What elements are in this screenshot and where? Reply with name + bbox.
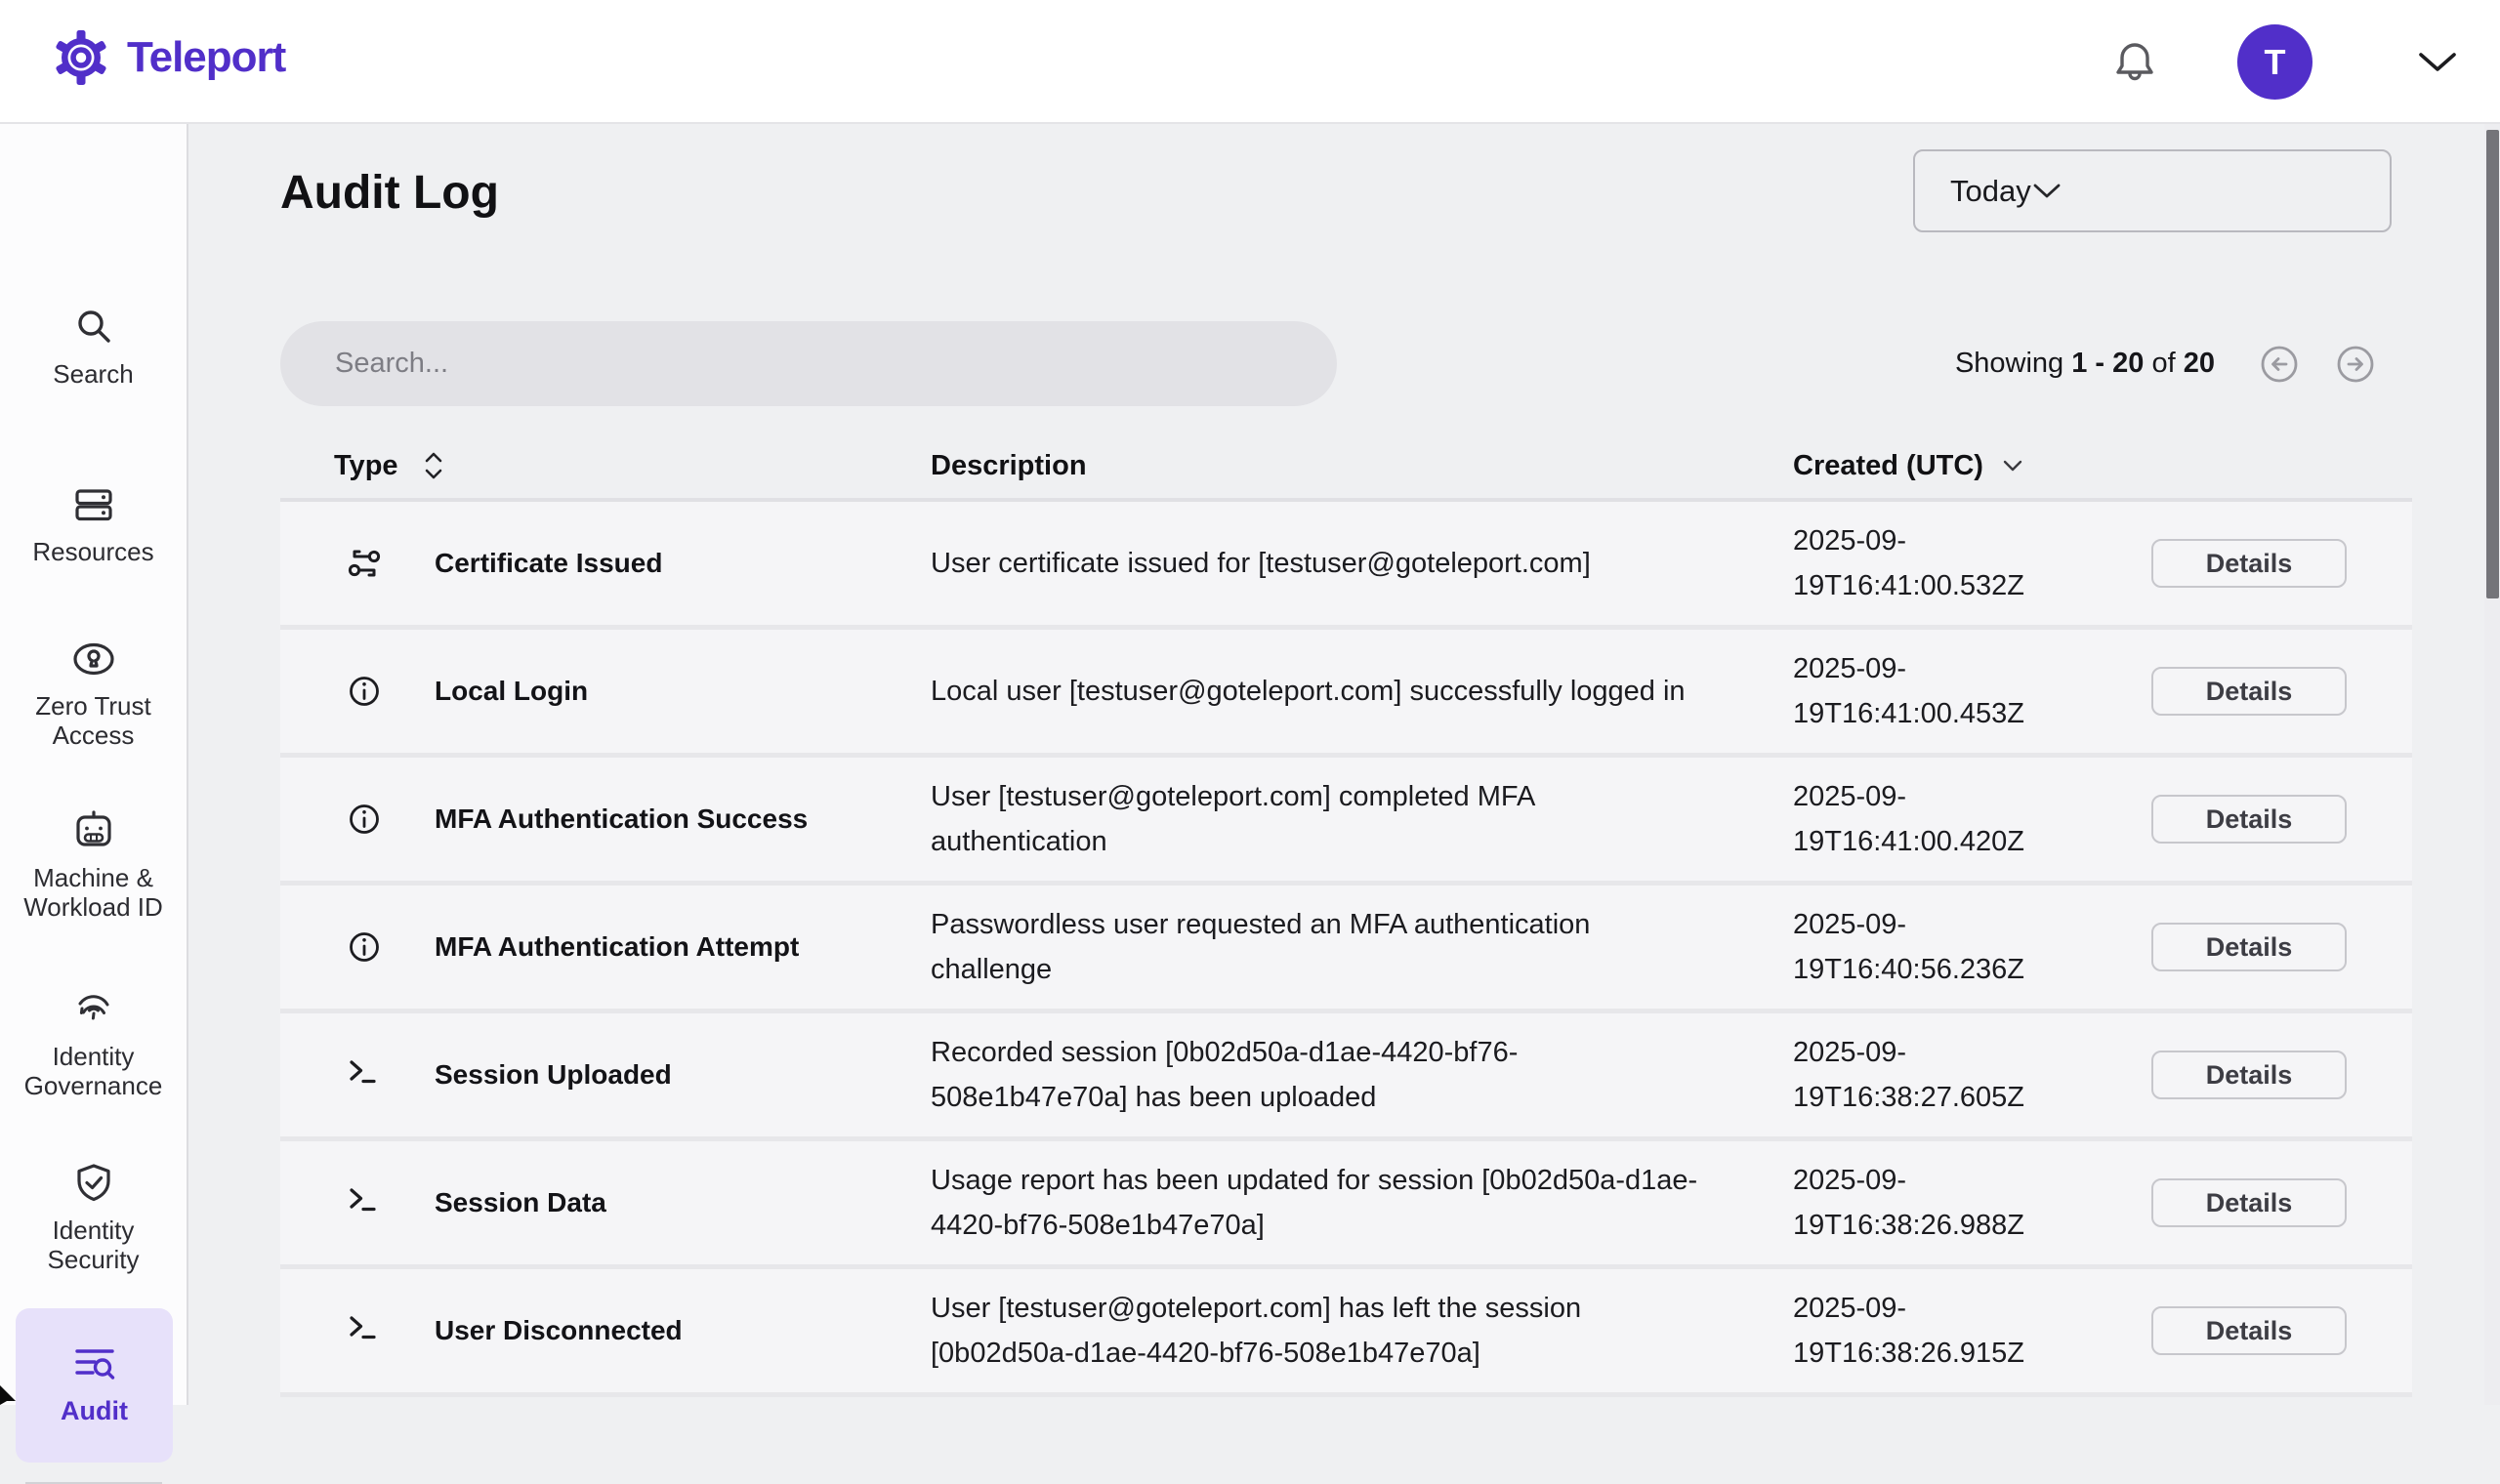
event-description: Usage report has been updated for sessio… <box>931 1158 1793 1248</box>
terminal-icon <box>343 1053 386 1096</box>
keys-icon <box>343 542 386 585</box>
sidebar-item-label: Zero Trust Access <box>12 691 176 750</box>
event-created: 2025-09-19T16:41:00.420Z <box>1793 774 2066 864</box>
date-range-select[interactable]: Today <box>1913 149 2392 232</box>
info-icon <box>343 798 386 841</box>
details-button[interactable]: Details <box>2151 795 2347 844</box>
user-avatar[interactable]: T <box>2237 24 2312 100</box>
table-row: Session Data Usage report has been updat… <box>280 1141 2412 1269</box>
event-type: User Disconnected <box>435 1315 683 1346</box>
event-description: Passwordless user requested an MFA authe… <box>931 902 1793 992</box>
prev-page-button[interactable] <box>2254 339 2305 390</box>
event-type: Session Uploaded <box>435 1059 672 1091</box>
arrow-left-circle-icon <box>2254 339 2305 390</box>
brand-name: Teleport <box>127 33 285 82</box>
event-created: 2025-09-19T16:41:00.453Z <box>1793 646 2066 736</box>
event-created: 2025-09-19T16:41:00.532Z <box>1793 518 2066 608</box>
event-description: User certificate issued for [testuser@go… <box>931 541 1793 586</box>
details-button[interactable]: Details <box>2151 1306 2347 1355</box>
sidebar-item-label: Identity Security <box>12 1216 176 1274</box>
chevron-down-icon <box>2031 182 2062 201</box>
notifications-button[interactable] <box>2109 37 2160 88</box>
event-description: User [testuser@goteleport.com] completed… <box>931 774 1793 864</box>
column-header-type[interactable]: Type <box>280 450 931 482</box>
scrollbar-thumb[interactable] <box>2486 130 2499 598</box>
pagination: Showing 1 - 20 of 20 <box>1955 339 2381 390</box>
event-created: 2025-09-19T16:38:26.988Z <box>1793 1158 2066 1248</box>
sidebar-item-label: Identity Governance <box>12 1042 176 1100</box>
info-icon <box>343 670 386 713</box>
info-icon <box>343 926 386 969</box>
table-row: Certificate Issued User certificate issu… <box>280 502 2412 630</box>
event-created: 2025-09-19T16:38:26.915Z <box>1793 1286 2066 1376</box>
next-page-button[interactable] <box>2330 339 2381 390</box>
event-description: User [testuser@goteleport.com] has left … <box>931 1286 1793 1376</box>
table-row: MFA Authentication Attempt Passwordless … <box>280 886 2412 1013</box>
robot-icon <box>71 808 116 853</box>
event-description: Recorded session [0b02d50a-d1ae-4420-bf7… <box>931 1030 1793 1120</box>
fingerprint-icon <box>71 987 116 1032</box>
event-created: 2025-09-19T16:38:27.605Z <box>1793 1030 2066 1120</box>
chevron-down-icon <box>2416 49 2459 76</box>
details-button[interactable]: Details <box>2151 923 2347 971</box>
chevron-down-icon <box>2001 458 2024 474</box>
shield-check-icon <box>71 1161 116 1206</box>
sidebar-item-identity-security[interactable]: Identity Security <box>0 1161 187 1274</box>
sidebar-item-identity-governance[interactable]: Identity Governance <box>0 987 187 1100</box>
column-header-created[interactable]: Created (UTC) <box>1793 450 2086 482</box>
servers-icon <box>71 482 116 527</box>
details-button[interactable]: Details <box>2151 1178 2347 1227</box>
main-content: Audit Log Today Showing 1 - 20 of 20 <box>188 124 2500 1405</box>
sort-updown-icon <box>422 450 445 481</box>
teleport-logo[interactable]: Teleport <box>51 27 285 88</box>
table-controls: Showing 1 - 20 of 20 <box>280 321 2412 406</box>
event-type: Certificate Issued <box>435 548 662 579</box>
list-search-icon <box>71 1343 118 1386</box>
table-row: Session Uploaded Recorded session [0b02d… <box>280 1013 2412 1141</box>
search-input[interactable] <box>280 321 1337 406</box>
event-type: Session Data <box>435 1187 606 1218</box>
event-type: Local Login <box>435 676 588 707</box>
pagination-status: Showing 1 - 20 of 20 <box>1955 348 2215 380</box>
event-type: MFA Authentication Success <box>435 804 808 835</box>
terminal-icon <box>343 1181 386 1224</box>
table-row: Local Login Local user [testuser@gotelep… <box>280 630 2412 758</box>
details-button[interactable]: Details <box>2151 539 2347 588</box>
top-bar: Teleport T <box>0 0 2500 124</box>
sidebar-item-search[interactable]: Search <box>0 305 187 389</box>
audit-log-table: Type Description Created (UTC) <box>280 433 2412 1397</box>
mouse-cursor <box>0 1385 18 1405</box>
date-range-value: Today <box>1950 174 2031 209</box>
bell-icon <box>2109 37 2160 88</box>
sidebar-item-label: Machine & Workload ID <box>12 863 176 922</box>
sidebar-item-label: Search <box>53 359 133 389</box>
sidebar: Search Resources Zero Trust Access <box>0 124 188 1405</box>
keyhole-badge-icon <box>71 637 116 681</box>
arrow-right-circle-icon <box>2330 339 2381 390</box>
sidebar-item-label: Resources <box>32 537 153 566</box>
teleport-gear-icon <box>51 27 111 88</box>
scrollbar-track[interactable] <box>2484 124 2500 1405</box>
search-icon <box>71 305 116 350</box>
sidebar-item-machine-workload-id[interactable]: Machine & Workload ID <box>0 808 187 922</box>
user-menu-button[interactable] <box>2416 49 2459 76</box>
terminal-icon <box>343 1309 386 1352</box>
table-row: User Disconnected User [testuser@gotelep… <box>280 1269 2412 1397</box>
sidebar-item-audit[interactable]: Audit <box>16 1308 173 1463</box>
event-created: 2025-09-19T16:40:56.236Z <box>1793 902 2066 992</box>
sidebar-item-zero-trust-access[interactable]: Zero Trust Access <box>0 637 187 750</box>
avatar-letter: T <box>2265 42 2286 83</box>
table-header-row: Type Description Created (UTC) <box>280 433 2412 502</box>
table-row: MFA Authentication Success User [testuse… <box>280 758 2412 886</box>
column-header-description: Description <box>931 450 1793 482</box>
sidebar-item-label: Audit <box>61 1396 128 1425</box>
event-type: MFA Authentication Attempt <box>435 931 799 963</box>
event-description: Local user [testuser@goteleport.com] suc… <box>931 669 1793 714</box>
details-button[interactable]: Details <box>2151 1051 2347 1099</box>
sidebar-item-resources[interactable]: Resources <box>0 482 187 566</box>
details-button[interactable]: Details <box>2151 667 2347 716</box>
